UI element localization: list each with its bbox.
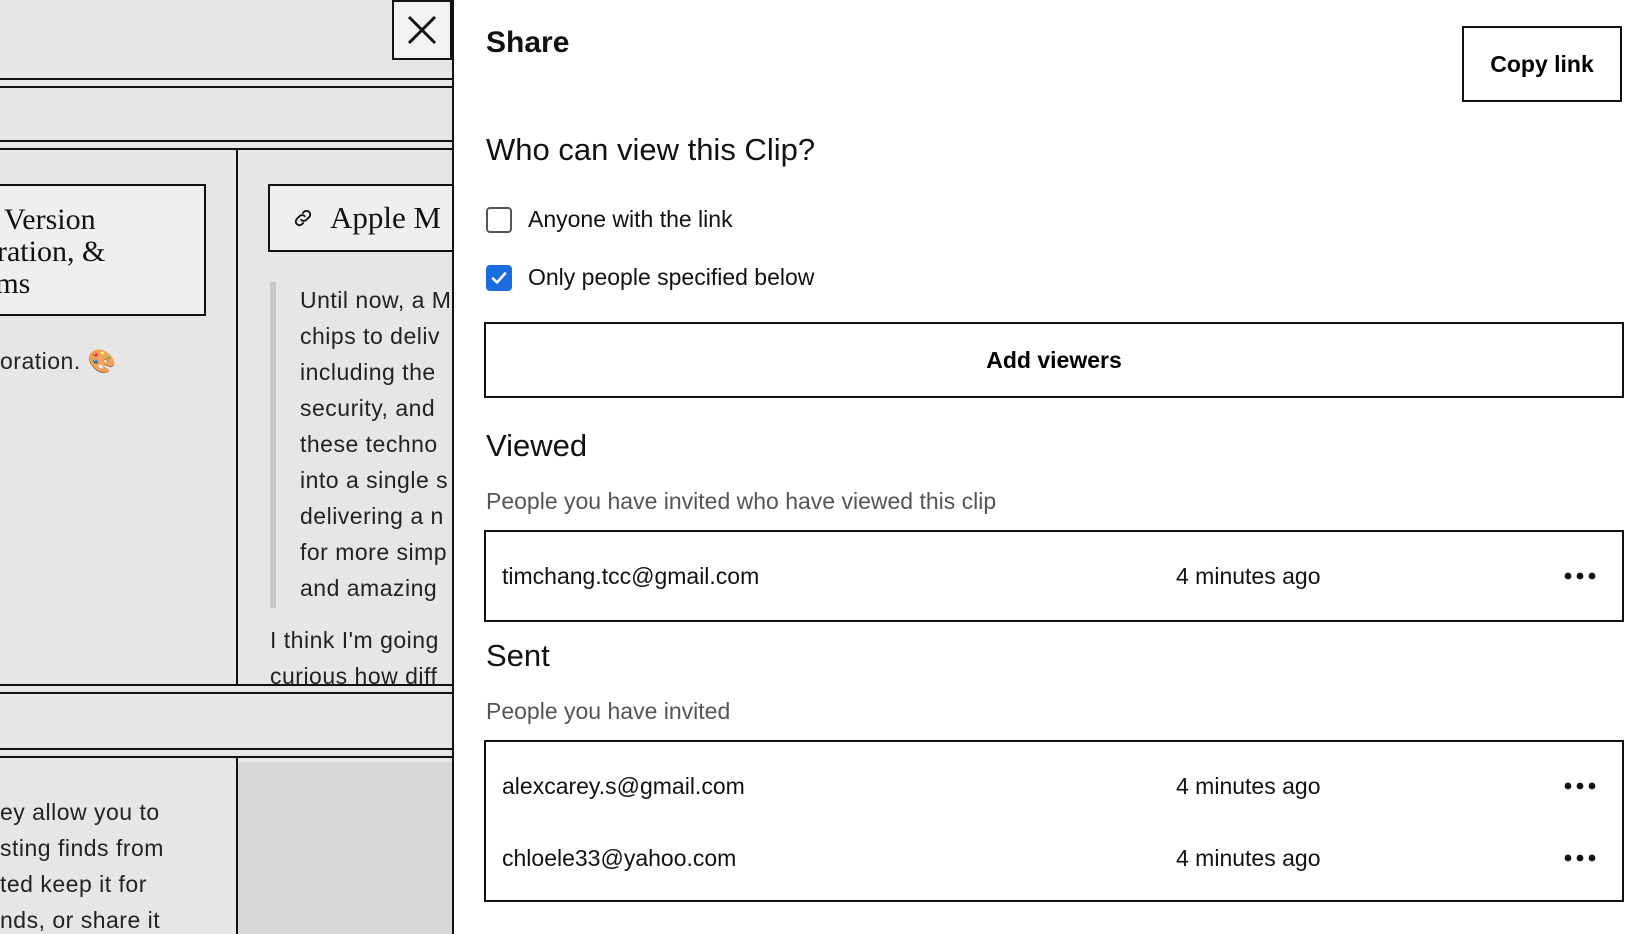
list-item: chloele33@yahoo.com 4 minutes ago [486,822,1622,894]
divider [0,148,452,150]
card-caption: oration. 🎨 [0,348,117,374]
invitee-email: chloele33@yahoo.com [502,844,737,871]
sent-list: alexcarey.s@gmail.com 4 minutes ago chlo… [484,740,1624,902]
share-panel: Share Copy link Who can view this Clip? … [452,0,1650,934]
background-page: n Version oration, & ams oration. 🎨 Appl… [0,0,452,934]
option-only-specified[interactable]: Only people specified below [486,264,814,291]
checkbox[interactable] [486,264,512,291]
divider [0,86,452,88]
add-viewers-button[interactable]: Add viewers [484,322,1624,398]
link-card-title: Apple M [330,200,442,235]
divider [0,756,452,758]
divider [0,78,452,80]
visibility-question: Who can view this Clip? [486,132,816,167]
close-icon [407,15,437,45]
placeholder-block [238,762,452,934]
quote-bar [270,282,276,608]
divider [0,140,452,142]
check-icon [491,271,507,284]
more-options-button[interactable] [1560,561,1600,591]
more-horizontal-icon [1564,782,1596,790]
quote-text: Until now, a M chips to deliv including … [300,287,452,601]
viewed-subtitle: People you have invited who have viewed … [486,488,997,514]
invitee-email: alexcarey.s@gmail.com [502,772,745,799]
option-label: Anyone with the link [528,206,733,232]
invitee-time: 4 minutes ago [1176,772,1321,799]
panel-title: Share [486,26,570,59]
list-item: timchang.tcc@gmail.com 4 minutes ago [486,532,1622,620]
more-options-button[interactable] [1560,771,1600,801]
sent-heading: Sent [486,638,550,673]
invitee-time: 4 minutes ago [1176,844,1321,871]
link-card[interactable]: Apple M [268,184,452,252]
more-horizontal-icon [1564,854,1596,862]
divider [0,748,452,750]
list-item: alexcarey.s@gmail.com 4 minutes ago [486,750,1622,822]
column-divider [236,150,238,684]
bookmark-card-title: n Version oration, & ams [0,203,106,300]
paragraph-text: I think I'm going curious how diff [270,627,439,689]
copy-link-button[interactable]: Copy link [1462,26,1622,102]
viewed-heading: Viewed [486,428,588,463]
more-options-button[interactable] [1560,843,1600,873]
viewer-email: timchang.tcc@gmail.com [502,562,760,589]
bookmark-card[interactable]: n Version oration, & ams [0,184,206,316]
viewer-time: 4 minutes ago [1176,562,1321,589]
option-anyone-with-link[interactable]: Anyone with the link [486,206,733,233]
link-icon [294,209,312,227]
close-button[interactable] [392,0,452,60]
sent-subtitle: People you have invited [486,698,731,724]
more-horizontal-icon [1564,572,1596,580]
checkbox[interactable] [486,206,512,233]
viewed-list: timchang.tcc@gmail.com 4 minutes ago [484,530,1624,622]
paragraph-text: ey allow you to sting finds from ted kee… [0,799,164,933]
option-label: Only people specified below [528,264,815,290]
